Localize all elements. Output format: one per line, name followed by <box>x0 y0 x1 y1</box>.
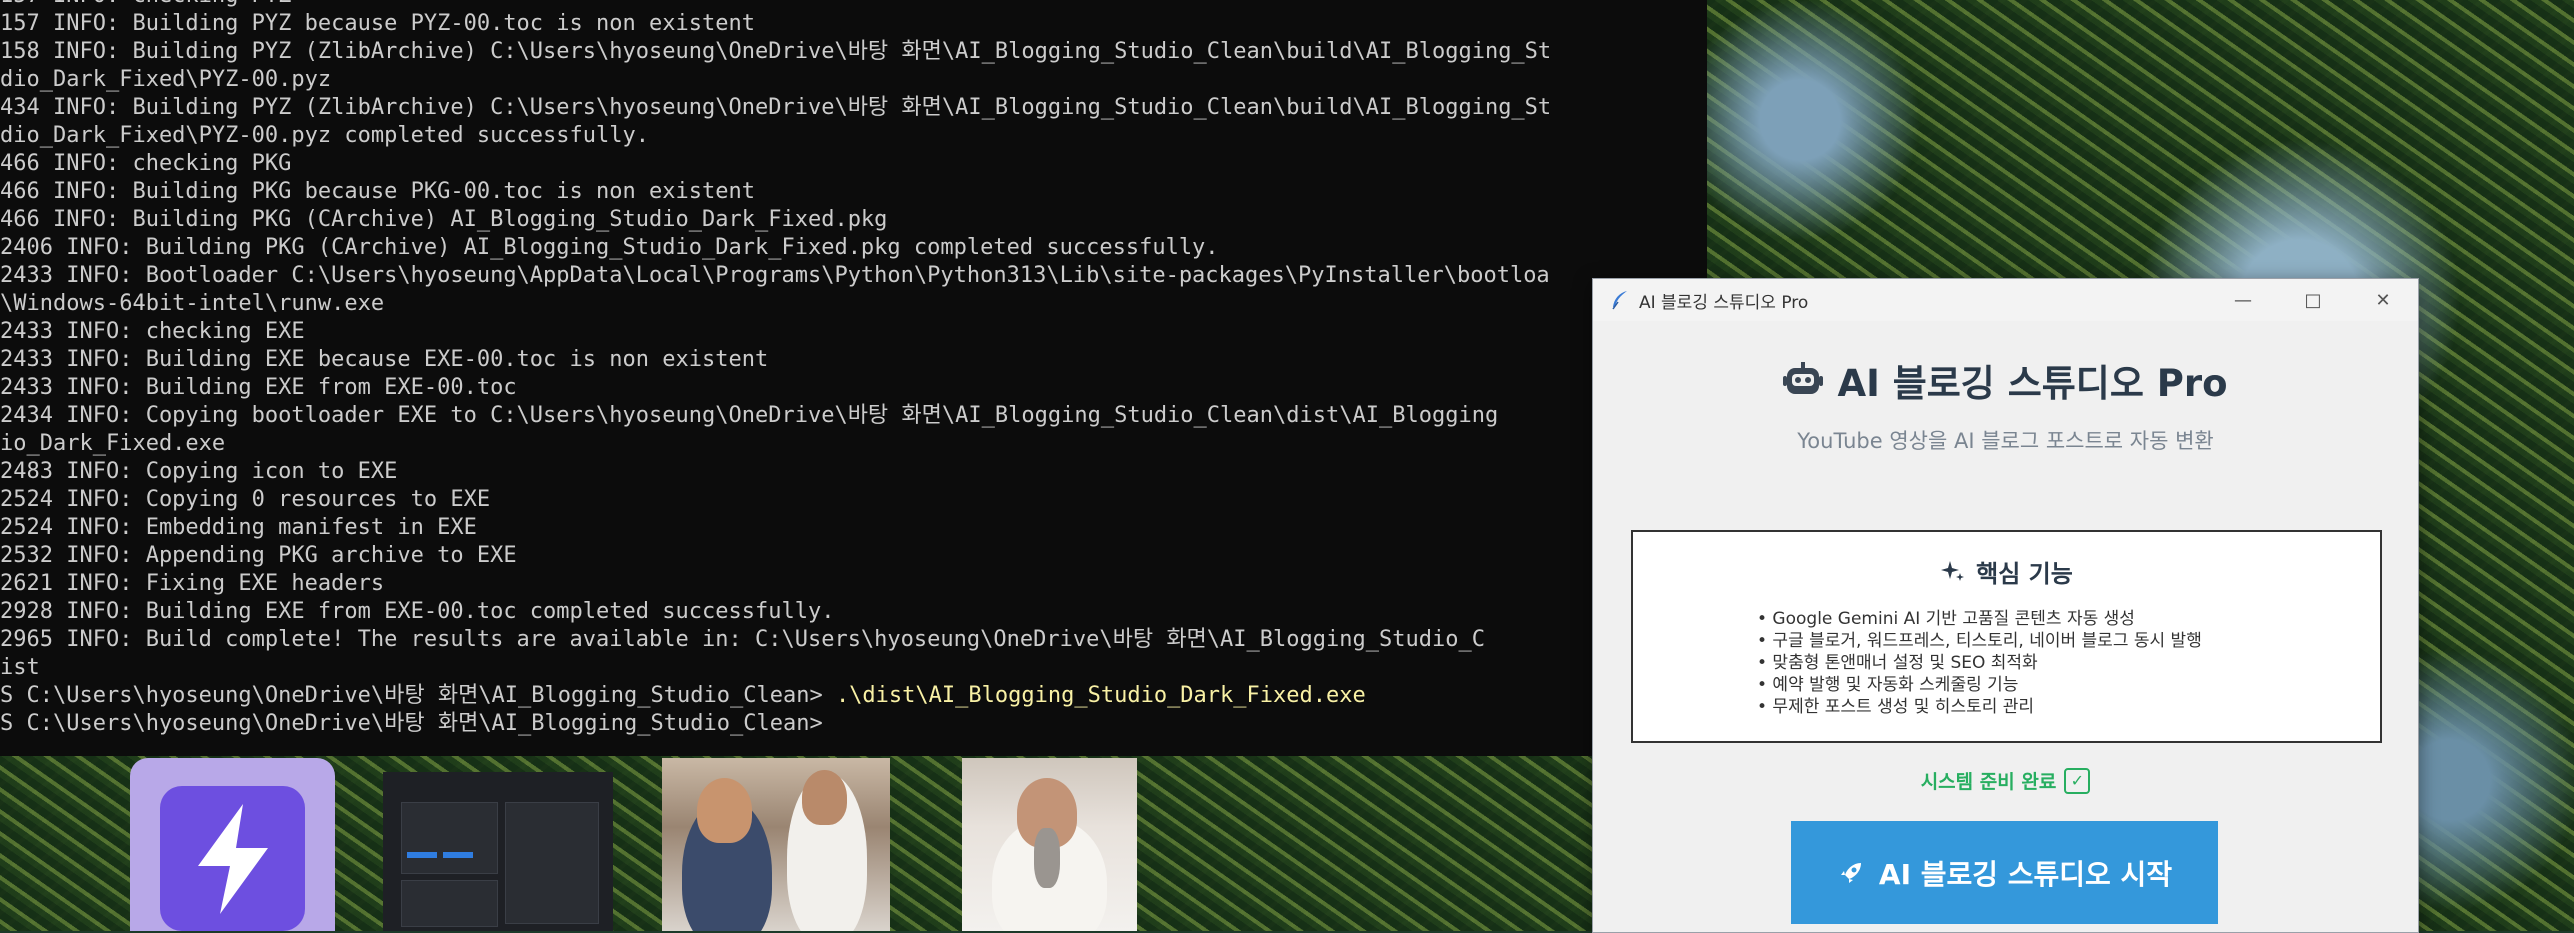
terminal-line: 2433 INFO: Bootloader C:\Users\hyoseung\… <box>0 263 1550 288</box>
terminal-line: ist <box>0 655 40 680</box>
app-content: AI 블로깅 스튜디오 Pro YouTube 영상을 AI 블로그 포스트로 … <box>1593 321 2418 932</box>
feature-item: • 구글 블로거, 워드프레스, 티스토리, 네이버 블로그 동시 발행 <box>1757 631 2202 651</box>
title-bar[interactable]: AI 블로깅 스튜디오 Pro — □ ✕ <box>1593 279 2418 321</box>
window-title: AI 블로깅 스튜디오 Pro <box>1639 292 1809 313</box>
terminal-line: 157 INFO: checking PYZ <box>0 0 1707 10</box>
terminal-line: 2483 INFO: Copying icon to EXE <box>0 459 398 484</box>
feature-item: • 맞춤형 톤앤매너 설정 및 SEO 최적화 <box>1757 653 2038 673</box>
app-thumbnail[interactable] <box>130 758 335 931</box>
terminal-prompt-line: S C:\Users\hyoseung\OneDrive\바탕 화면\AI_Bl… <box>0 682 1707 710</box>
dark-app-thumbnail[interactable] <box>383 772 613 931</box>
terminal-line: 2433 INFO: checking EXE <box>0 319 305 344</box>
feature-item: • Google Gemini AI 기반 고품질 콘텐츠 자동 생성 <box>1757 609 2135 629</box>
terminal-line: 466 INFO: Building PKG (CArchive) AI_Blo… <box>0 207 888 232</box>
feather-icon <box>1612 291 1627 310</box>
start-button[interactable]: AI 블로깅 스튜디오 시작 <box>1791 821 2218 924</box>
video-thumbnail[interactable] <box>662 758 890 931</box>
terminal-line: 2532 INFO: Appending PKG archive to EXE <box>0 543 517 568</box>
features-title-text: 핵심 기능 <box>1976 560 2073 588</box>
terminal-window[interactable]: 157 INFO: checking PYZ157 INFO: Building… <box>0 0 1707 756</box>
terminal-line: 2434 INFO: Copying bootloader EXE to C:\… <box>0 403 1499 428</box>
terminal-line: 157 INFO: Building PYZ because PYZ-00.to… <box>0 11 755 36</box>
terminal-line: dio_Dark_Fixed\PYZ-00.pyz <box>0 67 332 92</box>
features-list: • Google Gemini AI 기반 고품질 콘텐츠 자동 생성 • 구글… <box>1757 608 2202 718</box>
heading-text: AI 블로깅 스튜디오 Pro <box>1837 362 2228 405</box>
close-icon[interactable]: ✕ <box>2348 279 2418 321</box>
page-title: AI 블로깅 스튜디오 Pro <box>1593 353 2418 407</box>
minimize-icon[interactable]: — <box>2208 279 2278 321</box>
terminal-prompt: S C:\Users\hyoseung\OneDrive\바탕 화면\AI_Bl… <box>0 711 823 736</box>
sparkles-icon <box>1941 560 1965 581</box>
app-window[interactable]: AI 블로깅 스튜디오 Pro — □ ✕ AI 블로깅 스튜디오 Pro Yo… <box>1592 278 2419 933</box>
terminal-line: 466 INFO: checking PKG <box>0 151 292 176</box>
terminal-prompt: S C:\Users\hyoseung\OneDrive\바탕 화면\AI_Bl… <box>0 683 836 708</box>
status-text: 시스템 준비 완료 <box>1920 771 2057 793</box>
feature-item: • 예약 발행 및 자동화 스케줄링 기능 <box>1757 675 2019 695</box>
terminal-line: 2433 INFO: Building EXE from EXE-00.toc <box>0 375 517 400</box>
feature-item: • 무제한 포스트 생성 및 히스토리 관리 <box>1757 697 2035 717</box>
terminal-line: 2524 INFO: Embedding manifest in EXE <box>0 515 477 540</box>
terminal-line: 158 INFO: Building PYZ (ZlibArchive) C:\… <box>0 39 1552 64</box>
terminal-line: 466 INFO: Building PKG because PKG-00.to… <box>0 179 755 204</box>
terminal-line: 2965 INFO: Build complete! The results a… <box>0 627 1485 652</box>
checkbox-icon: ✓ <box>2064 767 2091 794</box>
terminal-line: io_Dark_Fixed.exe <box>0 431 226 456</box>
terminal-line: \Windows-64bit-intel\runw.exe <box>0 291 385 316</box>
terminal-line: 2621 INFO: Fixing EXE headers <box>0 571 385 596</box>
maximize-icon[interactable]: □ <box>2278 279 2348 321</box>
terminal-line: 2433 INFO: Building EXE because EXE-00.t… <box>0 347 769 372</box>
status-label: 시스템 준비 완료 ✓ <box>1593 767 2418 794</box>
start-button-label: AI 블로깅 스튜디오 시작 <box>1878 857 2173 891</box>
terminal-line: 2406 INFO: Building PKG (CArchive) AI_Bl… <box>0 235 1219 260</box>
features-title: 핵심 기능 <box>1633 554 2380 589</box>
terminal-line: 434 INFO: Building PYZ (ZlibArchive) C:\… <box>0 95 1552 120</box>
rocket-icon <box>1840 862 1861 883</box>
lightning-icon <box>160 786 305 931</box>
subtitle: YouTube 영상을 AI 블로그 포스트로 자동 변환 <box>1797 429 2214 453</box>
terminal-command: .\dist\AI_Blogging_Studio_Dark_Fixed.exe <box>835 683 1366 708</box>
video-thumbnail[interactable] <box>962 758 1137 931</box>
terminal-output: 157 INFO: checking PYZ157 INFO: Building… <box>0 0 1707 682</box>
terminal-line: dio_Dark_Fixed\PYZ-00.pyz completed succ… <box>0 123 650 148</box>
terminal-prompt-line[interactable]: S C:\Users\hyoseung\OneDrive\바탕 화면\AI_Bl… <box>0 710 1707 738</box>
robot-icon <box>1783 362 1824 394</box>
terminal-line: 2524 INFO: Copying 0 resources to EXE <box>0 487 491 512</box>
features-box: 핵심 기능 • Google Gemini AI 기반 고품질 콘텐츠 자동 생… <box>1631 530 2382 743</box>
terminal-line: 2928 INFO: Building EXE from EXE-00.toc … <box>0 599 835 624</box>
